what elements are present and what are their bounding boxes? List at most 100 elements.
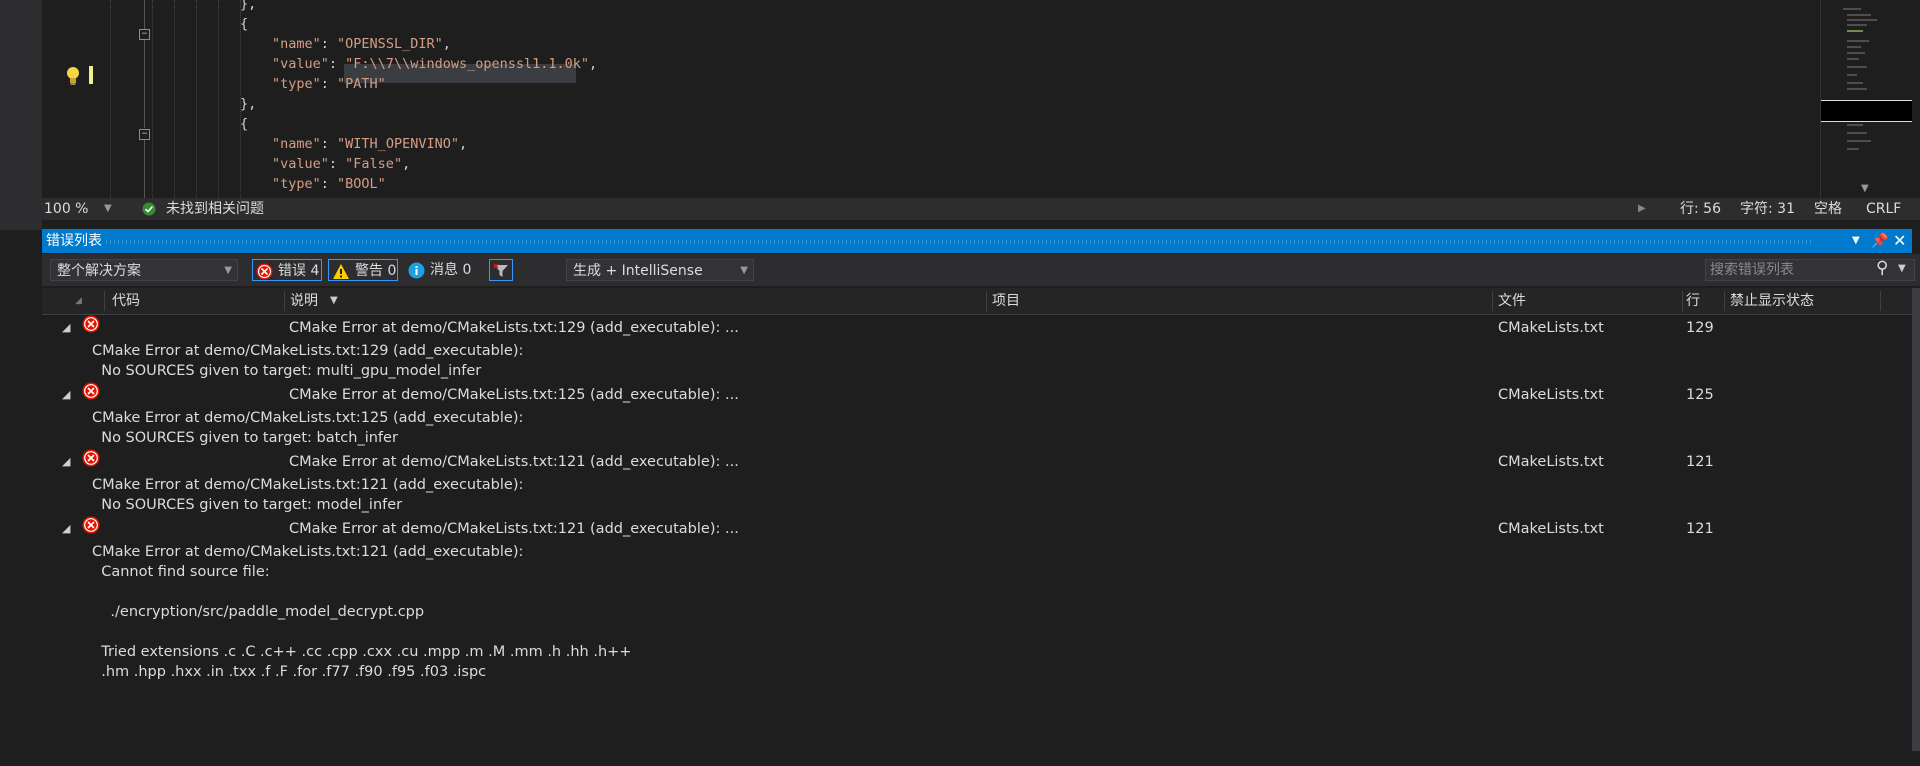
messages-filter-toggle[interactable]: 消息 0 [408, 259, 480, 281]
error-detail: CMake Error at demo/CMakeLists.txt:125 (… [92, 410, 524, 446]
code-string: "BOOL" [337, 176, 386, 192]
error-row[interactable]: ◢ CMake Error at demo/CMakeLists.txt:121 … [42, 449, 1912, 516]
chevron-down-icon: ▼ [740, 265, 748, 276]
code-punctuation: , [442, 36, 451, 52]
minimap[interactable] [1820, 0, 1920, 198]
code-string: "name" [272, 36, 321, 52]
code-punctuation: : [320, 76, 338, 92]
fold-toggle[interactable]: − [139, 129, 150, 140]
error-file[interactable]: CMakeLists.txt [1498, 449, 1604, 475]
warnings-count: 警告 0 [355, 263, 397, 279]
code-string: "type" [272, 176, 321, 192]
code-punctuation: : [328, 56, 346, 72]
error-detail: CMake Error at demo/CMakeLists.txt:129 (… [92, 343, 524, 379]
fold-toggle[interactable]: − [139, 29, 150, 40]
error-file[interactable]: CMakeLists.txt [1498, 516, 1604, 542]
indent-status[interactable]: 空格 [1814, 198, 1842, 220]
vertical-scrollbar[interactable] [1912, 288, 1920, 751]
sort-descending-icon[interactable]: ▼ [330, 288, 338, 314]
error-icon [82, 449, 100, 467]
issues-status[interactable]: 未找到相关问题 [166, 198, 264, 220]
code-punctuation: } [240, 96, 249, 112]
code-line[interactable]: }, [240, 0, 256, 14]
code-string: "WITH_OPENVINO" [337, 136, 459, 152]
code-string: "OPENSSL_DIR" [337, 36, 443, 52]
error-row[interactable]: ◢ CMake Error at demo/CMakeLists.txt:125 … [42, 382, 1912, 449]
char-number-status[interactable]: 字符: 31 [1740, 198, 1795, 220]
code-punctuation: , [458, 136, 468, 152]
error-file[interactable]: CMakeLists.txt [1498, 382, 1604, 408]
code-line[interactable]: { [240, 14, 248, 34]
error-line: 121 [1686, 454, 1714, 470]
warning-icon [333, 263, 349, 279]
code-line[interactable]: "value": "False", [272, 154, 410, 174]
scope-value: 整个解决方案 [57, 263, 141, 279]
code-line[interactable]: "name": "WITH_OPENVINO", [272, 134, 467, 154]
code-string: "value" [272, 156, 329, 172]
scroll-right-icon[interactable]: ▶ [1638, 198, 1646, 220]
code-line[interactable]: "name": "OPENSSL_DIR", [272, 34, 451, 54]
error-row[interactable]: ◢ CMake Error at demo/CMakeLists.txt:129 … [42, 315, 1912, 382]
code-punctuation: : [320, 136, 338, 152]
zoom-level[interactable]: 100 % [44, 198, 88, 220]
column-project[interactable]: 项目 [992, 288, 1020, 314]
error-icon [256, 263, 273, 279]
pin-icon[interactable]: 📌 [1871, 229, 1888, 253]
panel-menu-icon[interactable]: ▼ [1852, 229, 1860, 253]
error-file[interactable]: CMakeLists.txt [1498, 315, 1604, 341]
code-string: "value" [272, 56, 329, 72]
error-line: 121 [1686, 521, 1714, 537]
zoom-dropdown-icon[interactable]: ▼ [104, 198, 112, 220]
change-tracking-mark [89, 66, 93, 84]
error-list-toolbar: 整个解决方案 ▼ 错误 4 警告 0 消息 0 生成 + IntelliSense… [42, 254, 1920, 286]
code-punctuation: , [248, 0, 257, 12]
code-punctuation: : [320, 176, 338, 192]
panel-title: 错误列表 [46, 233, 102, 249]
code-line[interactable]: { [240, 114, 248, 134]
code-punctuation: { [240, 116, 249, 132]
expander-icon[interactable]: ◢ [62, 516, 70, 542]
build-source-value: 生成 + IntelliSense [573, 263, 703, 279]
scope-dropdown[interactable]: 整个解决方案 ▼ [50, 259, 238, 281]
warnings-filter-toggle[interactable]: 警告 0 [328, 259, 398, 281]
column-line[interactable]: 行 [1686, 288, 1700, 314]
column-description[interactable]: 说明 [290, 288, 318, 314]
info-icon [408, 262, 425, 278]
line-number-status[interactable]: 行: 56 [1680, 198, 1721, 220]
error-summary: CMake Error at demo/CMakeLists.txt:121 (… [289, 454, 739, 470]
errors-filter-toggle[interactable]: 错误 4 [252, 259, 322, 281]
expander-icon[interactable]: ◢ [62, 315, 70, 341]
sort-indicator-icon: ◢ [75, 296, 82, 306]
build-source-dropdown[interactable]: 生成 + IntelliSense ▼ [566, 259, 754, 281]
error-summary: CMake Error at demo/CMakeLists.txt:129 (… [289, 320, 739, 336]
error-detail: CMake Error at demo/CMakeLists.txt:121 (… [92, 477, 524, 513]
column-code[interactable]: 代码 [112, 288, 140, 314]
code-line[interactable]: "value": "F:\\7\\windows_openssl1.1.0k", [272, 54, 597, 74]
error-row[interactable]: ◢ CMake Error at demo/CMakeLists.txt:121 … [42, 516, 1912, 766]
code-line[interactable]: "type": "PATH" [272, 74, 386, 94]
code-line[interactable]: "type": "BOOL" [272, 174, 386, 194]
search-icon[interactable]: ⚲ [1876, 258, 1888, 278]
filter-button[interactable] [489, 259, 513, 281]
scroll-down-arrow-icon[interactable]: ▼ [1861, 183, 1869, 194]
code-line[interactable]: }, [240, 94, 256, 114]
code-punctuation: , [402, 156, 411, 172]
code-string: "F:\\7\\windows_openssl1.1.0k" [345, 56, 590, 72]
column-file[interactable]: 文件 [1498, 288, 1526, 314]
eol-status[interactable]: CRLF [1866, 198, 1901, 220]
panel-drag-grip[interactable] [106, 240, 1812, 244]
messages-count: 消息 0 [430, 262, 472, 278]
search-options-icon[interactable]: ▼ [1898, 263, 1906, 274]
minimap-viewport[interactable] [1821, 100, 1912, 122]
code-string: "False" [345, 156, 403, 172]
column-suppression[interactable]: 禁止显示状态 [1730, 288, 1814, 314]
close-icon[interactable]: ✕ [1893, 229, 1906, 253]
expander-icon[interactable]: ◢ [62, 382, 70, 408]
expander-icon[interactable]: ◢ [62, 449, 70, 475]
error-list-title-bar[interactable]: 错误列表 ▼ 📌 ✕ [42, 229, 1912, 253]
error-line: 129 [1686, 320, 1714, 336]
code-string: "name" [272, 136, 321, 152]
lightbulb-icon[interactable] [64, 66, 82, 86]
check-circle-icon [142, 202, 156, 216]
filter-icon [493, 263, 508, 277]
